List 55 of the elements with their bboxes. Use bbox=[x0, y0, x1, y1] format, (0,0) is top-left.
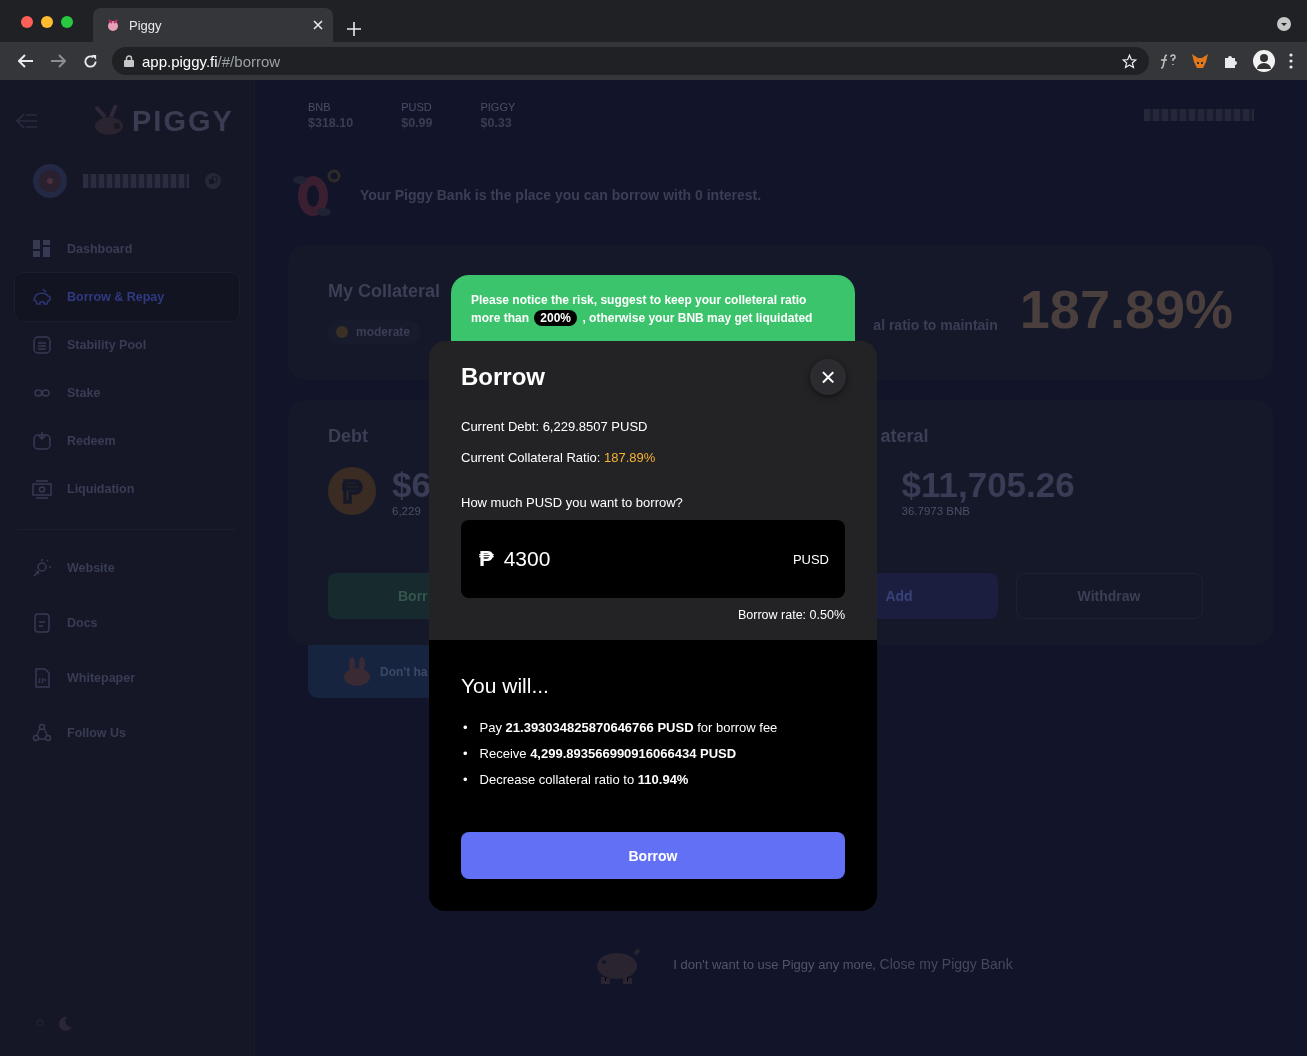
close-window-icon[interactable] bbox=[21, 16, 33, 28]
browser-tab[interactable]: Piggy bbox=[93, 8, 333, 42]
summary-item: Decrease collateral ratio to 110.94% bbox=[479, 772, 689, 788]
share-icon bbox=[32, 722, 52, 743]
amount-question: How much PUSD you want to borrow? bbox=[461, 495, 684, 510]
url-text: app.piggy.fi/#/borrow bbox=[142, 52, 281, 70]
back-icon[interactable] bbox=[18, 54, 34, 68]
forward-icon[interactable] bbox=[50, 54, 66, 68]
sidebar-item[interactable]: Borrow & Repay bbox=[15, 273, 239, 321]
summary-item: Receive 4,299.893566990916066434 PUSD bbox=[479, 746, 737, 762]
bunny-icon bbox=[342, 656, 372, 687]
paper-icon bbox=[32, 667, 52, 688]
grid-icon bbox=[32, 239, 52, 259]
reload-icon[interactable] bbox=[82, 53, 98, 69]
minimize-window-icon[interactable] bbox=[41, 16, 53, 28]
redeem-icon bbox=[32, 431, 52, 451]
document-icon bbox=[32, 612, 52, 633]
debt-amount: 6,229 bbox=[392, 505, 422, 517]
collateral-amount: 36.7973 BNB bbox=[901, 505, 971, 517]
current-debt: Current Debt: 6,229.8507 PUSD bbox=[461, 419, 649, 434]
currency-unit: PUSD bbox=[792, 551, 829, 567]
pig-icon bbox=[105, 17, 121, 33]
risk-warning-text: Please notice the risk, suggest to keep your colleteral ratio more than 200% , otherwise your BNB may get liquidated bbox=[471, 292, 814, 327]
puzzle-icon[interactable] bbox=[1223, 53, 1239, 69]
new-tab-icon[interactable] bbox=[347, 22, 361, 36]
menu-icon[interactable] bbox=[1289, 53, 1293, 69]
close-tab-icon[interactable] bbox=[313, 20, 323, 30]
function-icon[interactable] bbox=[1159, 53, 1177, 69]
price-symbol: PIGGY bbox=[480, 100, 516, 113]
current-ratio: Current Collateral Ratio: 187.89% bbox=[461, 450, 657, 465]
address-bar[interactable]: app.piggy.fi/#/borrow bbox=[112, 47, 1149, 75]
summary-title: You will... bbox=[461, 674, 550, 698]
tab-search-icon[interactable] bbox=[1277, 17, 1291, 31]
fox-icon[interactable] bbox=[1191, 53, 1209, 69]
summary-item: Pay 21.393034825870646766 PUSD for borrow fee bbox=[479, 720, 778, 736]
borrow-button[interactable]: Borrow bbox=[461, 832, 845, 879]
bullet: • bbox=[463, 772, 468, 788]
piggy-bank-icon bbox=[32, 287, 52, 307]
close-button[interactable]: × bbox=[810, 359, 846, 395]
price-symbol: BNB bbox=[308, 100, 332, 113]
bullet: • bbox=[463, 746, 468, 762]
pool-icon bbox=[32, 335, 52, 355]
bullet: • bbox=[463, 720, 468, 736]
maximize-window-icon[interactable] bbox=[61, 16, 73, 28]
banknote-icon bbox=[32, 479, 52, 499]
price-symbol: PUSD bbox=[401, 100, 433, 113]
tab-title: Piggy bbox=[129, 17, 163, 33]
lock-icon bbox=[124, 55, 134, 67]
globe-icon bbox=[32, 557, 52, 578]
pusd-coin-icon bbox=[328, 467, 376, 515]
dialog-title: Borrow bbox=[461, 363, 545, 391]
bookmark-star-icon[interactable] bbox=[1122, 53, 1137, 69]
pusd-symbol: ₱ bbox=[479, 546, 494, 572]
amount-input-field[interactable]: ₱ 4300 PUSD bbox=[461, 520, 845, 598]
profile-avatar-icon[interactable] bbox=[1253, 50, 1275, 72]
